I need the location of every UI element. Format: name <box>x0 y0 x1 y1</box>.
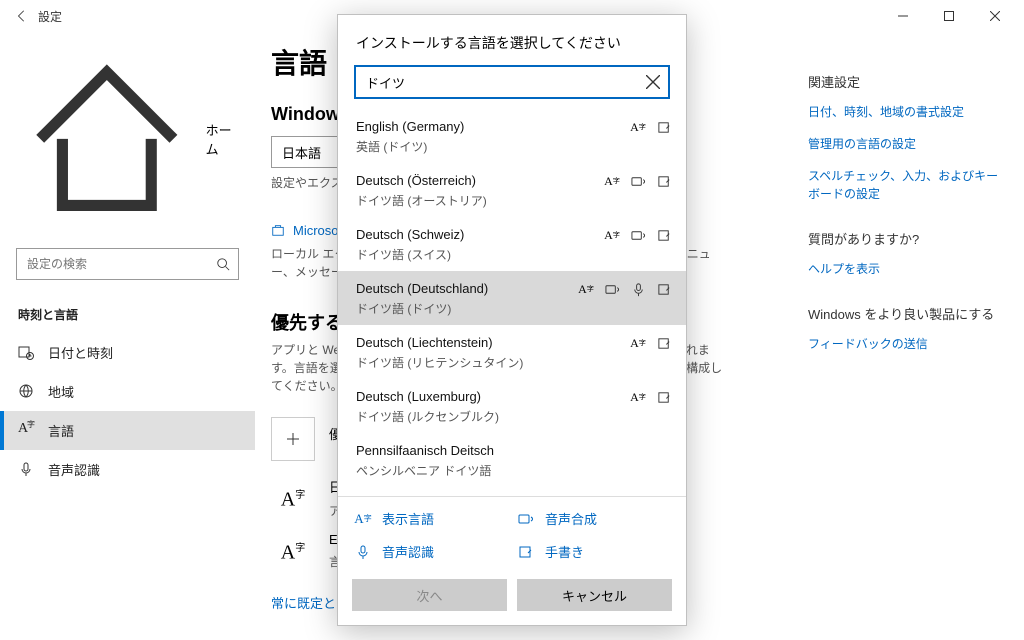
legend-hand-label: 手書き <box>545 542 584 561</box>
language-sub: ドイツ語 (スイス) <box>356 246 668 263</box>
legend-sr: 音声認識 <box>354 542 507 561</box>
microphone-icon <box>354 543 372 561</box>
display-icon: A字 <box>630 389 646 405</box>
display-icon: A字 <box>604 173 620 189</box>
hand-icon <box>656 389 672 405</box>
display-icon: A字 <box>604 227 620 243</box>
clear-icon[interactable] <box>646 75 660 89</box>
language-name: Deutsch (Liechtenstein) <box>356 335 668 350</box>
display-icon: A字 <box>578 281 594 297</box>
tts-icon <box>630 227 646 243</box>
language-name: Pennsilfaanisch Deitsch <box>356 443 668 458</box>
display-icon: A字 <box>354 510 372 528</box>
language-option[interactable]: Deutsch (Deutschland)ドイツ語 (ドイツ)A字 <box>338 271 686 325</box>
language-sub: ペンシルベニア ドイツ語 <box>356 462 668 479</box>
sr-icon <box>630 281 646 297</box>
language-option[interactable]: Deutsch (Schweiz)ドイツ語 (スイス)A字 <box>338 217 686 271</box>
language-sub: 英語 (ドイツ) <box>356 138 668 155</box>
legend-tts-label: 音声合成 <box>545 509 597 528</box>
language-option[interactable]: Pennsilfaanisch Deitsch ペンシルベニア ドイツ語 <box>338 433 686 487</box>
language-sub: ドイツ語 (ルクセンブルク) <box>356 408 668 425</box>
language-name: Deutsch (Luxemburg) <box>356 389 668 404</box>
legend: A字表示言語 音声合成 音声認識 手書き <box>338 496 686 569</box>
dialog-title: インストールする言語を選択してください <box>338 15 686 65</box>
tts-icon <box>604 281 620 297</box>
language-name: English (Germany) <box>356 119 668 134</box>
hand-icon <box>656 173 672 189</box>
legend-display: A字表示言語 <box>354 509 507 528</box>
language-install-dialog: インストールする言語を選択してください English (Germany) 英語 … <box>337 14 687 626</box>
language-sub: ドイツ語 (ドイツ) <box>356 300 668 317</box>
display-icon: A字 <box>630 335 646 351</box>
next-button[interactable]: 次へ <box>352 579 507 611</box>
hand-icon <box>656 281 672 297</box>
cancel-button[interactable]: キャンセル <box>517 579 672 611</box>
display-icon: A字 <box>630 119 646 135</box>
language-search[interactable] <box>354 65 670 99</box>
dialog-overlay: インストールする言語を選択してください English (Germany) 英語 … <box>0 0 1024 640</box>
language-option[interactable]: Deutsch (Liechtenstein) ドイツ語 (リヒテンシュタイン) A… <box>338 325 686 379</box>
hand-icon <box>656 227 672 243</box>
hand-icon <box>656 335 672 351</box>
language-option[interactable]: English (Germany) 英語 (ドイツ) A字 <box>338 109 686 163</box>
handwriting-icon <box>517 543 535 561</box>
language-option[interactable]: Deutsch (Luxemburg) ドイツ語 (ルクセンブルク) A字 <box>338 379 686 433</box>
hand-icon <box>656 119 672 135</box>
tts-icon <box>630 173 646 189</box>
legend-display-label: 表示言語 <box>382 509 434 528</box>
language-option[interactable]: Deutsch (Österreich)ドイツ語 (オーストリア)A字 <box>338 163 686 217</box>
language-sub: ドイツ語 (オーストリア) <box>356 192 668 209</box>
tts-icon <box>517 510 535 528</box>
language-results: English (Germany)英語 (ドイツ)A字Deutsch (Öste… <box>338 109 686 496</box>
legend-sr-label: 音声認識 <box>382 542 434 561</box>
legend-tts: 音声合成 <box>517 509 670 528</box>
language-sub: ドイツ語 (リヒテンシュタイン) <box>356 354 668 371</box>
legend-hand: 手書き <box>517 542 670 561</box>
language-search-input[interactable] <box>356 67 668 97</box>
